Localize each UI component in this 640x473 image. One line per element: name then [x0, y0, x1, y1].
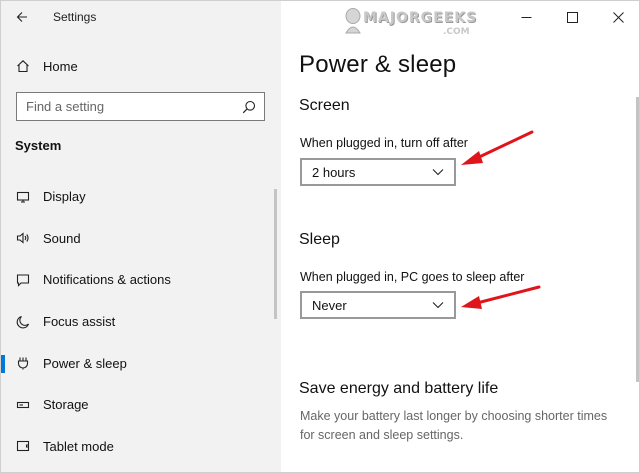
sleep-timeout-label: When plugged in, PC goes to sleep after: [300, 270, 525, 284]
storage-icon: [15, 397, 31, 413]
sidebar-nav: Display Sound Notifications & actions Fo…: [1, 176, 281, 467]
monitor-icon: [15, 189, 31, 205]
screen-timeout-value: 2 hours: [312, 164, 356, 180]
sidebar-item-display[interactable]: Display: [1, 176, 281, 218]
sidebar-item-label: Display: [43, 189, 86, 205]
watermark-brand: MAJORGEEKS: [363, 10, 478, 26]
power-icon: [15, 355, 31, 371]
sidebar-item-storage[interactable]: Storage: [1, 384, 281, 426]
minimize-button[interactable]: [503, 1, 549, 33]
main-content: Power & sleep Screen When plugged in, tu…: [281, 1, 639, 472]
tablet-icon: [15, 438, 31, 454]
close-button[interactable]: [595, 1, 639, 33]
page-title: Power & sleep: [299, 51, 457, 78]
screen-timeout-dropdown[interactable]: 2 hours: [300, 158, 456, 186]
settings-window: Settings Home System Display: [0, 0, 640, 473]
content-scrollbar[interactable]: [636, 97, 639, 382]
arrow-left-icon: [16, 12, 27, 22]
sidebar-item-label: Tablet mode: [43, 438, 114, 454]
sleep-heading: Sleep: [299, 231, 340, 248]
screen-heading: Screen: [299, 97, 350, 114]
energy-heading: Save energy and battery life: [299, 380, 499, 397]
sidebar-item-label: Storage: [43, 397, 89, 413]
sidebar-item-label: Focus assist: [43, 314, 116, 330]
sidebar-item-label: Sound: [43, 230, 81, 246]
screen-timeout-label: When plugged in, turn off after: [300, 136, 468, 150]
sleep-timeout-value: Never: [312, 297, 347, 313]
watermark-suffix: .COM: [443, 27, 470, 37]
sidebar: Settings Home System Display: [1, 1, 281, 472]
title-bar: Settings: [1, 1, 281, 33]
sidebar-item-focus-assist[interactable]: Focus assist: [1, 301, 281, 343]
maximize-icon: [566, 11, 578, 23]
home-nav-item[interactable]: Home: [1, 49, 281, 83]
home-icon: [15, 58, 31, 74]
speaker-icon: [15, 230, 31, 246]
moon-icon: [15, 314, 31, 330]
close-icon: [612, 11, 624, 23]
minimize-icon: [521, 16, 531, 18]
window-controls: [503, 1, 639, 33]
home-label: Home: [43, 58, 78, 74]
maximize-button[interactable]: [549, 1, 595, 33]
search-input[interactable]: [26, 99, 226, 114]
back-button[interactable]: [1, 1, 43, 33]
sidebar-item-tablet-mode[interactable]: Tablet mode: [1, 426, 281, 468]
sleep-timeout-dropdown[interactable]: Never: [300, 291, 456, 319]
majorgeeks-watermark: MAJORGEEKS .COM: [341, 3, 491, 41]
notifications-icon: [15, 272, 31, 288]
chevron-down-icon: [432, 302, 444, 309]
search-icon[interactable]: [242, 100, 256, 114]
geek-mascot-icon: [345, 8, 361, 34]
chevron-down-icon: [432, 169, 444, 176]
sidebar-item-label: Power & sleep: [43, 355, 127, 371]
sidebar-item-notifications[interactable]: Notifications & actions: [1, 259, 281, 301]
sidebar-item-label: Notifications & actions: [43, 272, 171, 288]
sidebar-scrollbar[interactable]: [274, 189, 277, 319]
sidebar-item-power-sleep[interactable]: Power & sleep: [1, 342, 281, 384]
energy-description: Make your battery last longer by choosin…: [300, 409, 608, 442]
app-title: Settings: [53, 10, 97, 24]
sidebar-item-sound[interactable]: Sound: [1, 218, 281, 260]
section-label-system: System: [15, 138, 62, 153]
search-box[interactable]: [16, 92, 265, 121]
